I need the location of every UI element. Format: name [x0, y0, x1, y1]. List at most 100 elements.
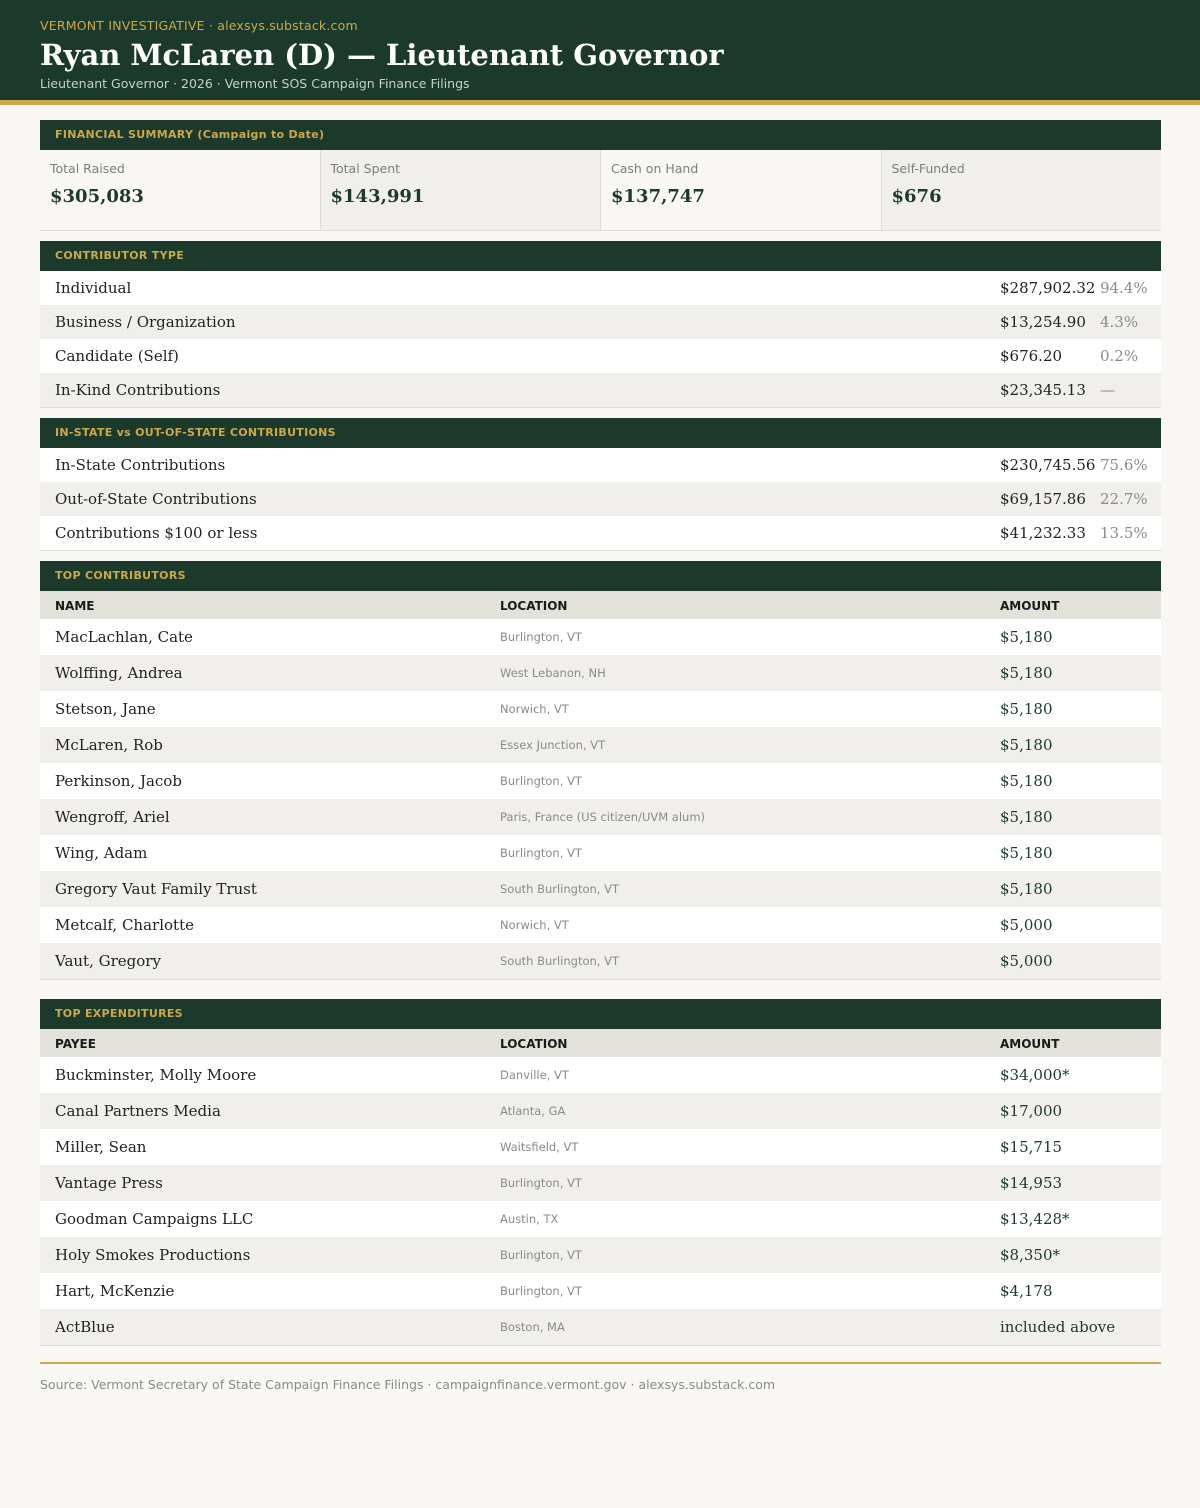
- summary-label: Total Spent: [330, 161, 401, 176]
- summary-value: $676: [891, 186, 942, 207]
- contributor-amount: $5,180: [1000, 772, 1053, 790]
- financial-summary-heading: FINANCIAL SUMMARY (Campaign to Date): [40, 120, 1161, 150]
- contributor-type-heading: CONTRIBUTOR TYPE: [40, 241, 1161, 271]
- payee-location: Austin, TX: [500, 1212, 559, 1226]
- table-row: Vantage Press Burlington, VT $14,953: [40, 1165, 1161, 1201]
- row-percent: 0.2%: [1100, 347, 1139, 365]
- payee-location: Burlington, VT: [500, 1284, 582, 1298]
- column-header-amount: AMOUNT: [1000, 599, 1060, 613]
- page-title: Ryan McLaren (D) — Lieutenant Governor: [40, 38, 724, 72]
- summary-self-funded: Self-Funded $676: [881, 150, 1161, 230]
- in-state-heading: IN-STATE vs OUT-OF-STATE CONTRIBUTIONS: [40, 418, 1161, 448]
- table-row: Perkinson, Jacob Burlington, VT $5,180: [40, 763, 1161, 799]
- contributor-location: South Burlington, VT: [500, 954, 619, 968]
- row-percent: 94.4%: [1100, 279, 1148, 297]
- contributor-amount: $5,000: [1000, 916, 1053, 934]
- payee-name: Buckminster, Molly Moore: [55, 1066, 257, 1084]
- expenditure-amount: $17,000: [1000, 1102, 1063, 1120]
- contributor-name: Vaut, Gregory: [55, 952, 161, 970]
- column-header-location: LOCATION: [500, 599, 568, 613]
- contributor-location: South Burlington, VT: [500, 882, 619, 896]
- column-header-amount: AMOUNT: [1000, 1037, 1060, 1051]
- row-amount: $287,902.32: [1000, 279, 1096, 297]
- column-header-name: NAME: [55, 599, 95, 613]
- contributor-name: Gregory Vaut Family Trust: [55, 880, 257, 898]
- payee-location: Burlington, VT: [500, 1248, 582, 1262]
- row-percent: 13.5%: [1100, 524, 1148, 542]
- expenditure-amount: $34,000*: [1000, 1066, 1070, 1084]
- table-row: Wolffing, Andrea West Lebanon, NH $5,180: [40, 655, 1161, 691]
- contributor-name: Perkinson, Jacob: [55, 772, 182, 790]
- table-row: Wing, Adam Burlington, VT $5,180: [40, 835, 1161, 871]
- contributor-amount: $5,180: [1000, 664, 1053, 682]
- payee-name: Hart, McKenzie: [55, 1282, 175, 1300]
- footer-divider: [40, 1362, 1161, 1364]
- row-label: Individual: [55, 279, 132, 297]
- contributor-location: West Lebanon, NH: [500, 666, 606, 680]
- column-header-location: LOCATION: [500, 1037, 568, 1051]
- contributor-name: MacLachlan, Cate: [55, 628, 193, 646]
- payee-name: Holy Smokes Productions: [55, 1246, 251, 1264]
- summary-cash-on-hand: Cash on Hand $137,747: [601, 150, 882, 230]
- summary-total-raised: Total Raised $305,083: [40, 150, 321, 230]
- contributor-location: Burlington, VT: [500, 846, 582, 860]
- in-state-row: Out-of-State Contributions $69,157.86 22…: [40, 482, 1161, 516]
- row-percent: 75.6%: [1100, 456, 1148, 474]
- summary-value: $137,747: [611, 186, 705, 207]
- expenditure-amount: $4,178: [1000, 1282, 1053, 1300]
- header-kicker: VERMONT INVESTIGATIVE · alexsys.substack…: [40, 18, 358, 33]
- table-row: Hart, McKenzie Burlington, VT $4,178: [40, 1273, 1161, 1309]
- table-row: Miller, Sean Waitsfield, VT $15,715: [40, 1129, 1161, 1165]
- contributor-name: McLaren, Rob: [55, 736, 163, 754]
- in-state-section: In-State Contributions $230,745.56 75.6%…: [40, 448, 1161, 551]
- page-subtitle: Lieutenant Governor · 2026 · Vermont SOS…: [40, 76, 470, 91]
- table-row: Stetson, Jane Norwich, VT $5,180: [40, 691, 1161, 727]
- payee-name: ActBlue: [55, 1318, 115, 1336]
- summary-total-spent: Total Spent $143,991: [320, 150, 601, 230]
- table-row: Vaut, Gregory South Burlington, VT $5,00…: [40, 943, 1161, 979]
- table-row: Buckminster, Molly Moore Danville, VT $3…: [40, 1057, 1161, 1093]
- row-label: Contributions $100 or less: [55, 524, 258, 542]
- table-row: Metcalf, Charlotte Norwich, VT $5,000: [40, 907, 1161, 943]
- payee-location: Burlington, VT: [500, 1176, 582, 1190]
- contributor-location: Burlington, VT: [500, 630, 582, 644]
- row-percent: 22.7%: [1100, 490, 1148, 508]
- row-label: Business / Organization: [55, 313, 236, 331]
- expenditure-amount: $8,350*: [1000, 1246, 1060, 1264]
- column-header-payee: PAYEE: [55, 1037, 96, 1051]
- table-row: MacLachlan, Cate Burlington, VT $5,180: [40, 619, 1161, 655]
- table-row: McLaren, Rob Essex Junction, VT $5,180: [40, 727, 1161, 763]
- payee-name: Vantage Press: [55, 1174, 163, 1192]
- contributor-type-row: Business / Organization $13,254.90 4.3%: [40, 305, 1161, 339]
- expenditure-amount: $14,953: [1000, 1174, 1063, 1192]
- payee-location: Boston, MA: [500, 1320, 565, 1334]
- page-header: VERMONT INVESTIGATIVE · alexsys.substack…: [0, 0, 1200, 105]
- payee-name: Miller, Sean: [55, 1138, 147, 1156]
- row-percent: 4.3%: [1100, 313, 1139, 331]
- in-state-row: Contributions $100 or less $41,232.33 13…: [40, 516, 1161, 550]
- expenditure-amount: included above: [1000, 1318, 1116, 1336]
- row-label: Out-of-State Contributions: [55, 490, 257, 508]
- row-amount: $69,157.86: [1000, 490, 1086, 508]
- summary-value: $305,083: [50, 186, 144, 207]
- contributor-amount: $5,180: [1000, 880, 1053, 898]
- top-expenditures-table: PAYEE LOCATION AMOUNT Buckminster, Molly…: [40, 1029, 1161, 1346]
- contributor-name: Metcalf, Charlotte: [55, 916, 194, 934]
- expenditure-amount: $15,715: [1000, 1138, 1063, 1156]
- table-row: Gregory Vaut Family Trust South Burlingt…: [40, 871, 1161, 907]
- contributor-location: Essex Junction, VT: [500, 738, 606, 752]
- row-amount: $676.20: [1000, 347, 1063, 365]
- table-row: Holy Smokes Productions Burlington, VT $…: [40, 1237, 1161, 1273]
- row-label: Candidate (Self): [55, 347, 179, 365]
- contributor-amount: $5,180: [1000, 736, 1053, 754]
- top-contributors-heading: TOP CONTRIBUTORS: [40, 561, 1161, 591]
- contributor-amount: $5,180: [1000, 808, 1053, 826]
- contributor-name: Stetson, Jane: [55, 700, 156, 718]
- contributor-type-row: Candidate (Self) $676.20 0.2%: [40, 339, 1161, 373]
- row-label: In-Kind Contributions: [55, 381, 221, 399]
- payee-location: Waitsfield, VT: [500, 1140, 579, 1154]
- payee-location: Danville, VT: [500, 1068, 569, 1082]
- contributor-name: Wing, Adam: [55, 844, 148, 862]
- table-row: ActBlue Boston, MA included above: [40, 1309, 1161, 1345]
- contributor-type-row: In-Kind Contributions $23,345.13 —: [40, 373, 1161, 407]
